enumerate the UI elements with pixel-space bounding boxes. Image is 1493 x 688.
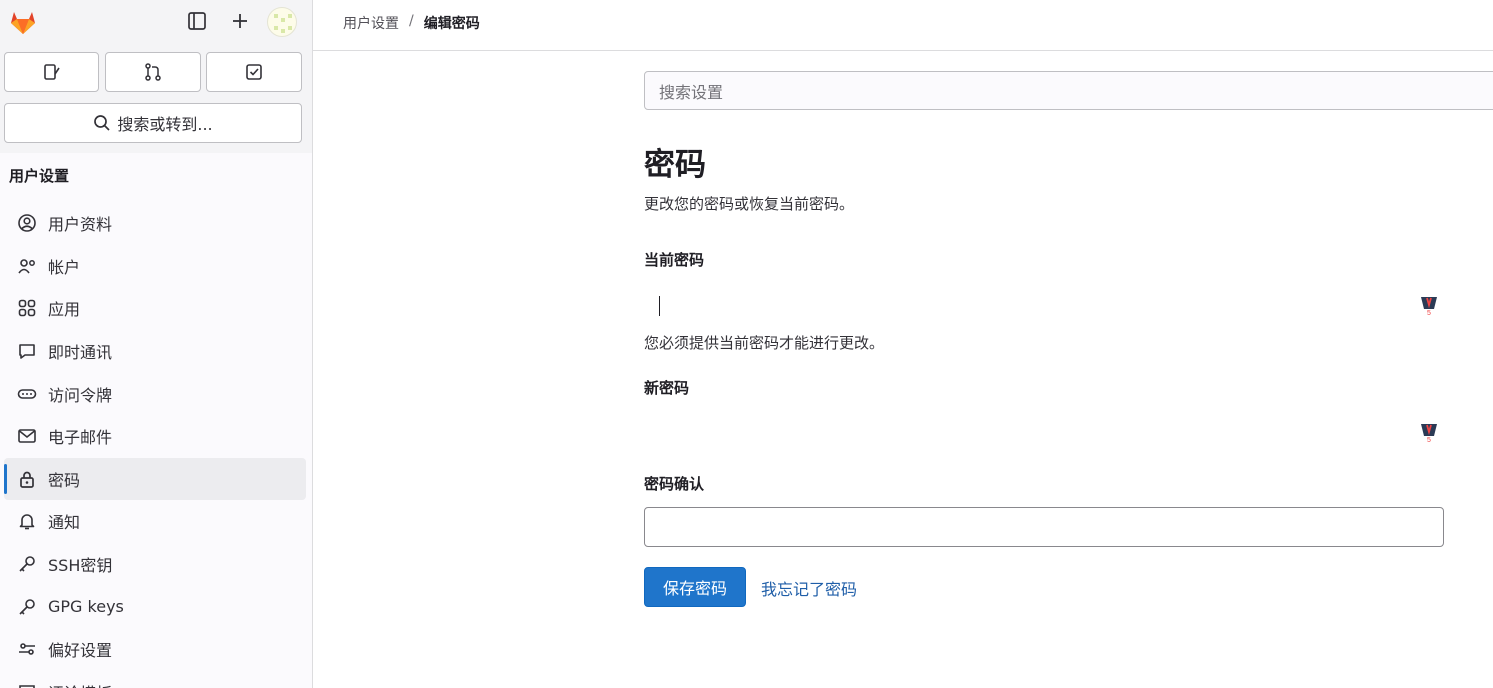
applications-icon — [16, 297, 38, 319]
todo-check-icon — [246, 64, 262, 80]
sidebar-item-label: 评论模板 — [48, 680, 112, 688]
profile-icon — [16, 212, 38, 234]
sidebar-item-label: 应用 — [48, 300, 81, 320]
issues-icon — [43, 64, 60, 80]
sidebar: 搜索或转到... 用户设置 用户资料 帐户 应用 即时通讯 访问令牌 电子邮件 … — [0, 0, 313, 688]
current-password-label: 当前密码 — [644, 251, 705, 269]
sidebar-item-password[interactable]: 密码 — [4, 457, 306, 501]
sidebar-item-label: 偏好设置 — [48, 641, 113, 661]
settings-search-input[interactable]: 搜索设置 — [644, 71, 1493, 110]
sidebar-item-label: 电子邮件 — [48, 428, 113, 448]
search-icon — [94, 115, 110, 131]
sidebar-item-label: 通知 — [48, 513, 81, 533]
new-password-field[interactable]: 5 — [644, 411, 1444, 451]
page-description: 更改您的密码或恢复当前密码。 — [644, 195, 855, 213]
sidebar-item-label: GPG keys — [48, 597, 124, 617]
breadcrumb-separator: / — [409, 13, 414, 29]
sidebar-item-label: 访问令牌 — [48, 385, 113, 405]
preferences-icon — [16, 638, 38, 660]
sidebar-item-label: SSH密钥 — [48, 556, 113, 576]
save-password-button[interactable]: 保存密码 — [644, 567, 746, 607]
sidebar-item-gpg-keys[interactable]: GPG keys — [4, 585, 306, 628]
password-manager-icon[interactable]: 5 — [1420, 423, 1438, 443]
sidebar-item-comment-templates[interactable]: 评论模板 — [4, 671, 306, 688]
forgot-password-link[interactable]: 我忘记了密码 — [761, 576, 857, 600]
issues-button[interactable] — [4, 52, 99, 92]
sidebar-toggle-icon[interactable] — [185, 9, 209, 33]
svg-text:5: 5 — [1427, 437, 1431, 443]
sidebar-item-emails[interactable]: 电子邮件 — [4, 415, 306, 458]
app-root: 搜索或转到... 用户设置 用户资料 帐户 应用 即时通讯 访问令牌 电子邮件 … — [0, 0, 1493, 688]
todos-button[interactable] — [206, 52, 302, 92]
sidebar-item-access-tokens[interactable]: 访问令牌 — [4, 372, 306, 415]
token-icon — [16, 383, 38, 405]
mail-icon — [16, 425, 38, 447]
global-search-button[interactable]: 搜索或转到... — [4, 103, 302, 143]
top-bar: 用户设置 / 编辑密码 — [313, 0, 1493, 51]
new-password-label: 新密码 — [644, 379, 690, 397]
sidebar-item-applications[interactable]: 应用 — [4, 287, 306, 330]
lock-icon — [16, 468, 38, 490]
bell-icon — [16, 510, 38, 532]
key-icon — [16, 553, 38, 575]
sidebar-item-ssh-keys[interactable]: SSH密钥 — [4, 543, 306, 586]
sidebar-item-preferences[interactable]: 偏好设置 — [4, 628, 306, 671]
sidebar-item-profile[interactable]: 用户资料 — [4, 202, 306, 245]
breadcrumb-current: 编辑密码 — [423, 16, 480, 32]
sidebar-item-notifications[interactable]: 通知 — [4, 500, 306, 543]
breadcrumb: 用户设置 / 编辑密码 — [343, 13, 480, 33]
sidebar-header: 搜索或转到... — [0, 0, 312, 153]
current-password-field[interactable]: 5 — [644, 284, 1444, 324]
sidebar-item-label: 用户资料 — [48, 215, 113, 235]
sidebar-nav: 用户资料 帐户 应用 即时通讯 访问令牌 电子邮件 密码 通知 SSH密钥 GP… — [0, 202, 312, 688]
svg-text:5: 5 — [1427, 310, 1431, 316]
gitlab-logo-icon[interactable] — [7, 5, 39, 37]
chat-icon — [16, 340, 38, 362]
global-search-label: 搜索或转到... — [117, 115, 213, 134]
merge-requests-button[interactable] — [105, 52, 201, 92]
plus-icon[interactable] — [228, 9, 252, 33]
sidebar-item-label: 密码 — [48, 470, 81, 490]
sidebar-item-label: 即时通讯 — [48, 343, 113, 363]
breadcrumb-parent-link[interactable]: 用户设置 — [343, 13, 399, 33]
sidebar-section-title: 用户设置 — [9, 167, 70, 185]
sidebar-item-chat[interactable]: 即时通讯 — [4, 330, 306, 373]
confirm-password-label: 密码确认 — [644, 475, 705, 493]
current-password-hint: 您必须提供当前密码才能进行更改。 — [644, 334, 885, 352]
comment-template-icon — [16, 681, 38, 688]
text-caret — [659, 296, 660, 316]
password-manager-icon[interactable]: 5 — [1420, 296, 1438, 316]
account-icon — [16, 255, 38, 277]
settings-search-placeholder: 搜索设置 — [659, 82, 724, 102]
sidebar-item-account[interactable]: 帐户 — [4, 245, 306, 288]
avatar[interactable] — [267, 7, 297, 37]
page-title: 密码 — [644, 147, 706, 183]
merge-request-icon — [145, 63, 161, 81]
confirm-password-input[interactable] — [644, 507, 1444, 547]
key-icon — [16, 596, 38, 618]
sidebar-item-label: 帐户 — [48, 257, 81, 277]
